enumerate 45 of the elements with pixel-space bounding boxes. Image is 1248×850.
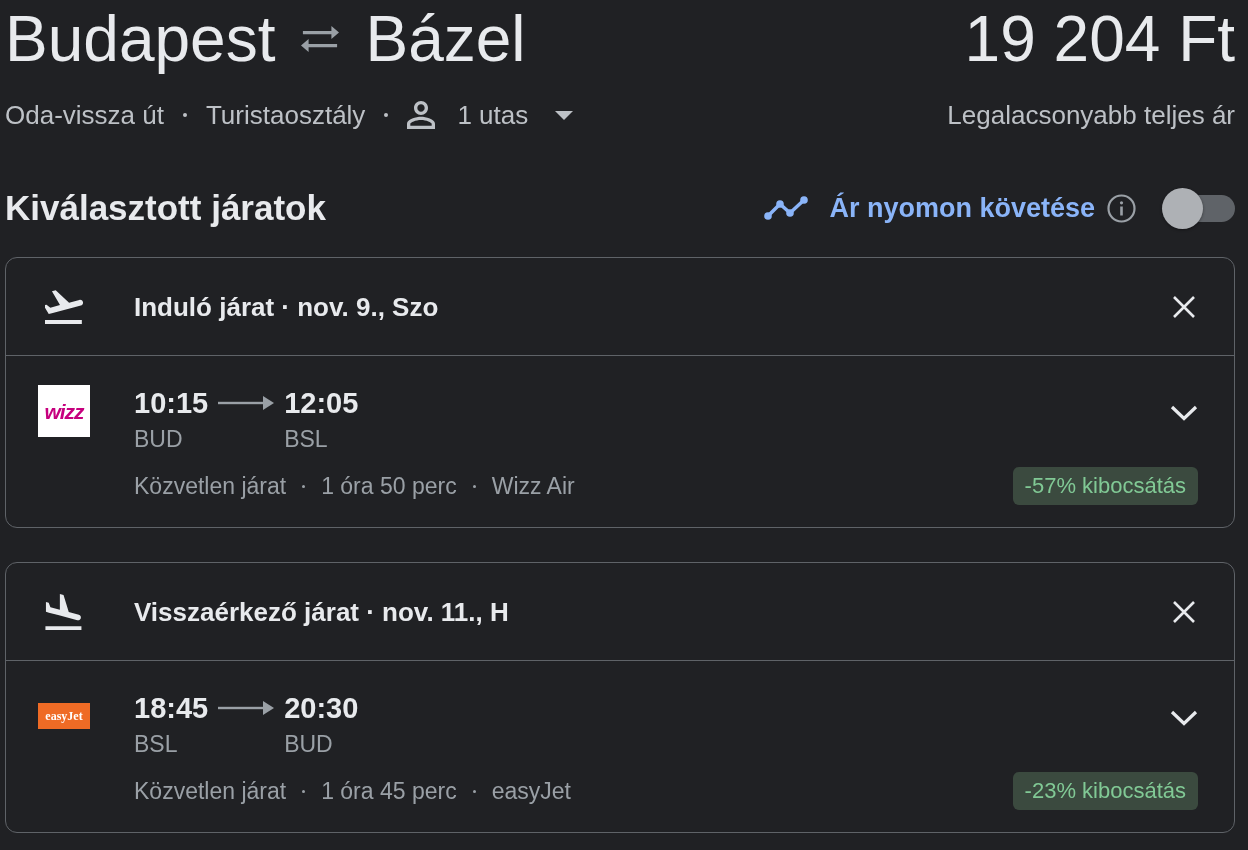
flight-title: Visszaérkező járat · nov. 11., H bbox=[134, 595, 510, 629]
departure-airport: BSL bbox=[134, 731, 179, 757]
plane-landing-icon bbox=[45, 593, 83, 630]
chevron-icon bbox=[1170, 405, 1198, 421]
price-tracking-toggle[interactable] bbox=[1162, 187, 1235, 229]
expand-button[interactable] bbox=[1170, 405, 1198, 421]
airline-logo: wizz bbox=[38, 385, 90, 437]
caret-icon bbox=[555, 110, 574, 120]
flight-detail: 1 óra 50 perc bbox=[321, 472, 457, 501]
section-title: Kiválasztott járatok bbox=[5, 187, 326, 229]
info-icon[interactable] bbox=[1107, 193, 1136, 223]
arrival-time: 20:30 bbox=[284, 691, 359, 726]
arrival-airport: BSL bbox=[284, 426, 329, 452]
price-tracking-label: Ár nyomon követése bbox=[829, 191, 1095, 225]
chevron-icon bbox=[1170, 710, 1198, 726]
swap-arrows-icon bbox=[301, 26, 340, 52]
expand-button[interactable] bbox=[1170, 710, 1198, 726]
close-icon bbox=[1172, 599, 1196, 624]
close-icon bbox=[1172, 294, 1196, 319]
plane-takeoff-icon bbox=[45, 288, 83, 325]
departure-time: 18:45 bbox=[134, 691, 209, 726]
arrow-icon bbox=[218, 701, 275, 715]
flight-detail: Közvetlen járat bbox=[134, 472, 287, 501]
total-price: 19 204 Ft bbox=[964, 2, 1235, 76]
airline-logo: easyJet bbox=[38, 703, 90, 729]
arrival-airport: BUD bbox=[284, 731, 334, 757]
passengers-dropdown[interactable]: 1 utas bbox=[407, 98, 574, 132]
origin-city: Budapest bbox=[5, 2, 276, 76]
arrow-icon bbox=[218, 396, 275, 410]
flight-detail: 1 óra 45 perc bbox=[321, 777, 457, 806]
flight-detail: easyJet bbox=[491, 777, 571, 806]
flight-detail: Közvetlen járat bbox=[134, 777, 287, 806]
emissions-badge: -23% kibocsátás bbox=[1012, 772, 1198, 810]
trend-line-icon bbox=[764, 196, 809, 220]
departure-airport: BUD bbox=[134, 426, 184, 452]
flight-detail: Wizz Air bbox=[491, 472, 575, 501]
departure-time: 10:15 bbox=[134, 386, 209, 421]
cabin-class: Turistaosztály bbox=[205, 99, 366, 132]
arrival-time: 12:05 bbox=[284, 386, 359, 421]
trip-type: Oda-vissza út bbox=[5, 99, 164, 132]
flight-title: Induló járat · nov. 9., Szo bbox=[134, 290, 440, 324]
person-icon bbox=[407, 101, 436, 129]
destination-city: Bázel bbox=[365, 2, 526, 76]
price-note: Legalacsonyabb teljes ár bbox=[947, 99, 1235, 132]
emissions-badge: -57% kibocsátás bbox=[1012, 467, 1198, 505]
